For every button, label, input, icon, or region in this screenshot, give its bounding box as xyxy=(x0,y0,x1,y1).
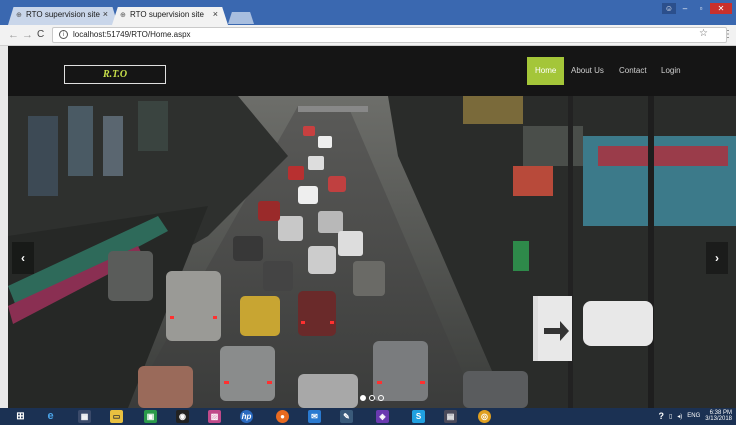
user-profile-icon[interactable]: ☺ xyxy=(662,3,676,14)
maximize-button[interactable]: ▫ xyxy=(694,3,708,14)
carousel-indicator-3[interactable] xyxy=(378,395,384,401)
carousel-prev-button[interactable]: ‹ xyxy=(12,242,34,274)
camera-icon[interactable]: ◉ xyxy=(176,410,189,423)
browser-tab-1[interactable]: ⊕ RTO supervision site × xyxy=(8,7,118,25)
carousel-indicator-2[interactable] xyxy=(369,395,375,401)
bookmark-star-icon[interactable]: ☆ xyxy=(699,28,708,39)
volume-icon[interactable]: ◂) xyxy=(677,413,682,420)
system-tray: ? ▯ ◂) ENG 6:38 PM 3/13/2018 xyxy=(658,410,732,422)
back-arrow-icon[interactable]: ← xyxy=(8,29,19,41)
pen-icon[interactable]: ✎ xyxy=(340,410,353,423)
network-icon[interactable]: ▦ xyxy=(78,410,91,423)
nav-home[interactable]: Home xyxy=(527,57,565,85)
network-status-icon[interactable]: ▯ xyxy=(669,413,672,420)
site-info-icon[interactable]: i xyxy=(59,30,68,39)
tab-close-icon[interactable]: × xyxy=(213,9,218,19)
carousel-indicator-1[interactable] xyxy=(360,395,366,401)
page-favicon-icon: ⊕ xyxy=(120,12,126,19)
windows-start-icon[interactable]: ⊞ xyxy=(14,410,27,423)
outlook-icon[interactable]: ✉ xyxy=(308,410,321,423)
windows-taskbar: ⊞ e ▦ ▭ ▣ ◉ ▨ hp ● ✉ ✎ ◈ S ▤ ◎ ? ▯ ◂) EN… xyxy=(0,408,736,425)
browser-toolbar: ← → C i localhost:51749/RTO/Home.aspx ☆ … xyxy=(0,25,736,46)
taskbar-clock[interactable]: 6:38 PM 3/13/2018 xyxy=(705,410,732,422)
visual-studio-icon[interactable]: ◈ xyxy=(376,410,389,423)
hero-carousel: ‹ › xyxy=(8,96,736,408)
close-window-button[interactable]: ✕ xyxy=(710,3,732,14)
browser-menu-icon[interactable]: ⋮ xyxy=(723,29,733,40)
browser-titlebar: ⊕ RTO supervision site × ⊕ RTO supervisi… xyxy=(0,0,736,25)
hp-icon[interactable]: hp xyxy=(240,410,253,423)
store-icon[interactable]: ▣ xyxy=(144,410,157,423)
forward-arrow-icon[interactable]: → xyxy=(22,29,33,41)
tab-title: RTO supervision site xyxy=(130,10,204,19)
minimize-button[interactable]: – xyxy=(678,3,692,14)
page-favicon-icon: ⊕ xyxy=(16,12,22,19)
url-text[interactable]: localhost:51749/RTO/Home.aspx xyxy=(73,30,191,39)
web-page: R.T.O Home About Us Contact Login ‹ › xyxy=(8,46,736,408)
reload-icon[interactable]: C xyxy=(37,29,44,40)
new-tab-button[interactable] xyxy=(228,12,254,24)
carousel-next-button[interactable]: › xyxy=(706,242,728,274)
firefox-icon[interactable]: ● xyxy=(276,410,289,423)
carousel-indicators xyxy=(360,395,384,401)
calculator-icon[interactable]: ▤ xyxy=(444,410,457,423)
help-icon[interactable]: ? xyxy=(658,411,664,421)
chrome-icon[interactable]: ◎ xyxy=(478,410,491,423)
photos-icon[interactable]: ▨ xyxy=(208,410,221,423)
tab-title: RTO supervision site xyxy=(26,10,100,19)
nav-about-us[interactable]: About Us xyxy=(563,57,612,85)
file-explorer-icon[interactable]: ▭ xyxy=(110,410,123,423)
browser-tab-2[interactable]: ⊕ RTO supervision site × xyxy=(112,7,228,25)
ie-icon[interactable]: e xyxy=(44,410,57,423)
clock-date: 3/13/2018 xyxy=(705,416,732,422)
language-indicator[interactable]: ENG xyxy=(687,413,700,419)
site-navbar: R.T.O Home About Us Contact Login xyxy=(8,46,736,96)
nav-contact[interactable]: Contact xyxy=(611,57,655,85)
skype-icon[interactable]: S xyxy=(412,410,425,423)
nav-login[interactable]: Login xyxy=(653,57,689,85)
window-controls: ☺ – ▫ ✕ xyxy=(662,3,732,14)
traffic-street-image xyxy=(8,96,736,408)
tab-close-icon[interactable]: × xyxy=(103,9,108,19)
site-logo[interactable]: R.T.O xyxy=(64,65,166,84)
address-bar[interactable]: i localhost:51749/RTO/Home.aspx ☆ xyxy=(52,27,727,43)
